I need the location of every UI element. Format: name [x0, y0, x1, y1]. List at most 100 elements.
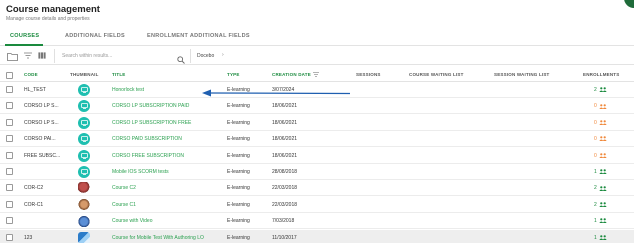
table-row[interactable]: COR-C2 Course C2 E-learning 22/03/2018 2: [0, 180, 634, 197]
column-header-course-waiting-list: COURSE WAITING LIST: [409, 72, 464, 77]
row-checkbox[interactable]: [6, 168, 13, 175]
row-checkbox[interactable]: [6, 217, 13, 225]
course-type: E-learning: [227, 234, 250, 241]
tab-enrollment-additional-fields[interactable]: ENROLLMENT ADDITIONAL FIELDS: [147, 33, 250, 39]
course-title-link[interactable]: Honorlock test: [112, 87, 144, 93]
course-code: COR-C2: [24, 185, 44, 192]
search-input[interactable]: Search within results...: [62, 53, 112, 59]
table-row[interactable]: CORSO LP S... CORSO LP SUBSCRIPTION FREE E…: [0, 115, 634, 131]
course-thumbnail: [78, 149, 90, 162]
column-header-thumbnail: THUMBNAIL: [70, 72, 99, 77]
course-title-link[interactable]: Mobile IOS SCORM tests: [112, 169, 169, 175]
course-type: E-learning: [227, 136, 250, 143]
course-thumbnail: [78, 166, 90, 178]
enrollments-count: 1: [594, 218, 597, 225]
users-icon: [599, 218, 607, 224]
users-icon: [599, 120, 607, 125]
row-checkbox[interactable]: [6, 200, 13, 208]
row-checkbox[interactable]: [6, 102, 13, 110]
search-icon[interactable]: [177, 51, 185, 69]
column-header-creation-date[interactable]: CREATION DATE: [272, 72, 319, 78]
course-type: E-learning: [227, 152, 250, 159]
table-row[interactable]: CORSO PAI... CORSO PAID SUBSCRIPTION E-lea…: [0, 131, 634, 148]
course-thumbnail: [78, 198, 90, 211]
users-icon: [599, 234, 607, 240]
course-code: FREE SUBSC...: [24, 152, 61, 159]
creation-date: 7/03/2018: [272, 218, 295, 225]
table-row[interactable]: CORSO LP S... CORSO LP SUBSCRIPTION PAID E…: [0, 98, 634, 115]
tab-courses[interactable]: COURSES: [10, 33, 39, 39]
row-checkbox[interactable]: [6, 184, 13, 192]
course-type: E-learning: [227, 103, 250, 110]
enrollments-link[interactable]: 0: [594, 153, 607, 159]
row-checkbox[interactable]: [6, 151, 13, 159]
column-header-title[interactable]: TITLE: [112, 72, 126, 77]
help-button[interactable]: [624, 0, 634, 8]
course-title-link[interactable]: Course with Video: [112, 218, 153, 224]
page-title: Course management: [6, 4, 100, 15]
row-checkbox[interactable]: [6, 135, 13, 143]
enrollments-link[interactable]: 1: [594, 235, 607, 241]
enrollments-link[interactable]: 0: [594, 103, 607, 109]
course-type: E-learning: [227, 201, 250, 208]
chevron-right-icon[interactable]: ›: [222, 52, 224, 58]
row-checkbox[interactable]: [6, 86, 13, 93]
course-icon: [80, 169, 88, 175]
enrollments-link[interactable]: 2: [594, 202, 607, 208]
course-icon: [80, 136, 88, 143]
table-row[interactable]: 123 Course for Mobile Test With Authoring…: [0, 229, 634, 243]
enrollments-count: 2: [594, 201, 597, 208]
active-tab-indicator: [5, 44, 43, 46]
course-icon: [80, 103, 88, 110]
course-code: COR-C1: [24, 201, 44, 208]
columns-icon[interactable]: [38, 52, 46, 59]
course-title-link[interactable]: CORSO LP SUBSCRIPTION FREE: [112, 120, 191, 126]
enrollments-count: 0: [594, 136, 597, 143]
course-title-link[interactable]: CORSO LP SUBSCRIPTION PAID: [112, 103, 189, 109]
breadcrumb[interactable]: Docebo: [197, 53, 214, 59]
users-icon: [599, 152, 607, 158]
row-checkbox[interactable]: [6, 233, 13, 241]
table-row[interactable]: COR-C1 Course C1 E-learning 22/03/2018 2: [0, 197, 634, 213]
course-title-link[interactable]: Course for Mobile Test With Authoring LO: [112, 235, 204, 241]
enrollments-link[interactable]: 1: [594, 169, 607, 175]
course-thumbnail: [78, 215, 90, 228]
select-all-checkbox[interactable]: [6, 72, 13, 79]
table-row[interactable]: FREE SUBSC... CORSO FREE SUBSCRIPTION E-le…: [0, 148, 634, 164]
table-row[interactable]: Course with Video E-learning 7/03/2018 1: [0, 213, 634, 230]
tab-additional-fields[interactable]: ADDITIONAL FIELDS: [65, 33, 125, 39]
course-title-link[interactable]: Course C1: [112, 202, 136, 208]
users-icon: [599, 202, 607, 207]
creation-date: 22/03/2018: [272, 185, 298, 192]
enrollments-count: 0: [594, 119, 597, 126]
enrollments-link[interactable]: 0: [594, 120, 607, 126]
filter-icon[interactable]: [24, 52, 32, 59]
course-code: HL_TEST: [24, 87, 46, 93]
creation-date: 18/06/2021: [272, 136, 298, 143]
folder-icon[interactable]: [7, 52, 18, 61]
enrollments-count: 0: [594, 103, 597, 110]
course-type: E-learning: [227, 169, 250, 175]
column-header-session-waiting-list: SESSION WAITING LIST: [494, 72, 550, 77]
column-header-type[interactable]: TYPE: [227, 72, 240, 77]
course-thumbnail: [78, 133, 90, 146]
course-code: 123: [24, 234, 33, 241]
table-row[interactable]: Mobile IOS SCORM tests E-learning 28/08/20…: [0, 164, 634, 180]
creation-date: 22/03/2018: [272, 201, 298, 208]
column-header-code[interactable]: CODE: [24, 72, 38, 77]
enrollments-link[interactable]: 0: [594, 136, 607, 142]
creation-date: 18/06/2021: [272, 103, 298, 110]
course-title-link[interactable]: CORSO PAID SUBSCRIPTION: [112, 136, 182, 142]
course-title-link[interactable]: CORSO FREE SUBSCRIPTION: [112, 153, 184, 159]
toolbar-divider: [190, 49, 191, 63]
enrollments-count: 1: [594, 169, 597, 175]
course-title-link[interactable]: Course C2: [112, 185, 136, 191]
creation-date-label: CREATION DATE: [272, 72, 311, 77]
enrollments-link[interactable]: 2: [594, 87, 607, 93]
column-header-sessions: SESSIONS: [356, 72, 381, 77]
users-icon: [599, 103, 607, 109]
enrollments-link[interactable]: 1: [594, 218, 607, 224]
row-checkbox[interactable]: [6, 118, 13, 126]
enrollments-link[interactable]: 2: [594, 185, 607, 191]
course-code: CORSO LP S...: [24, 119, 59, 126]
